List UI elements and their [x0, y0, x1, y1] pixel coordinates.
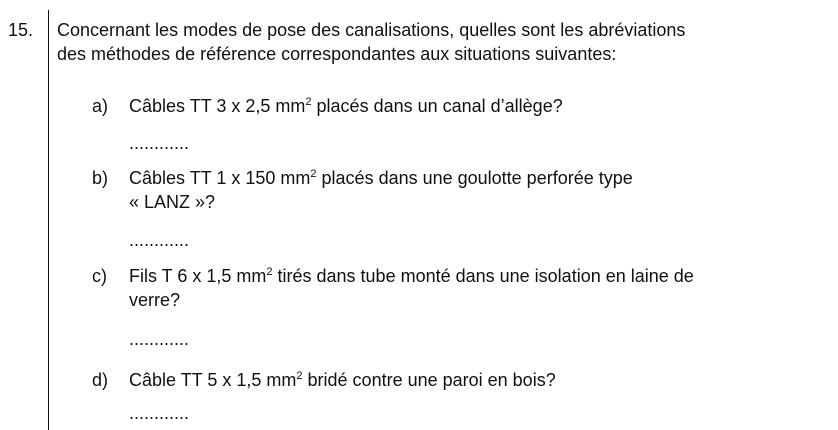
intro-line: des méthodes de référence correspondante…: [57, 44, 617, 64]
item-text-pre: Câbles TT 1 x 150 mm: [129, 168, 311, 188]
item-letter: c): [92, 266, 107, 286]
answer-blank-a[interactable]: ............: [129, 133, 189, 153]
item-text-post: placés dans un canal d’allège?: [311, 96, 563, 116]
item-text-post: placés dans une goulotte perforée type: [316, 168, 633, 188]
item-text: Fils T 6 x 1,5 mm2 tirés dans tube monté…: [129, 264, 694, 312]
margin-divider: [48, 10, 49, 430]
item-text: Câbles TT 1 x 150 mm2 placés dans une go…: [129, 166, 633, 214]
item-text-pre: Câbles TT 3 x 2,5 mm: [129, 96, 306, 116]
answer-blank-c[interactable]: ............: [129, 329, 189, 349]
item-text: Câbles TT 3 x 2,5 mm2 placés dans un can…: [129, 94, 563, 118]
item-text-line2: « LANZ »?: [129, 192, 216, 212]
item-text-pre: Fils T 6 x 1,5 mm: [129, 266, 267, 286]
item-text-pre: Câble TT 5 x 1,5 mm: [129, 370, 297, 390]
item-text-line2: verre?: [129, 290, 181, 310]
answer-blank-b[interactable]: ............: [129, 230, 189, 250]
item-letter: d): [92, 370, 109, 390]
item-letter: b): [92, 168, 109, 188]
question-intro: Concernant les modes de pose des canalis…: [57, 18, 837, 66]
question-number: 15.: [8, 20, 34, 40]
item-text-post: tirés dans tube monté dans une isolation…: [272, 266, 694, 286]
item-letter: a): [92, 96, 109, 116]
answer-blank-d[interactable]: ............: [129, 403, 189, 423]
item-text: Câble TT 5 x 1,5 mm2 bridé contre une pa…: [129, 368, 556, 392]
item-text-post: bridé contre une paroi en bois?: [302, 370, 556, 390]
intro-line: Concernant les modes de pose des canalis…: [57, 20, 686, 40]
